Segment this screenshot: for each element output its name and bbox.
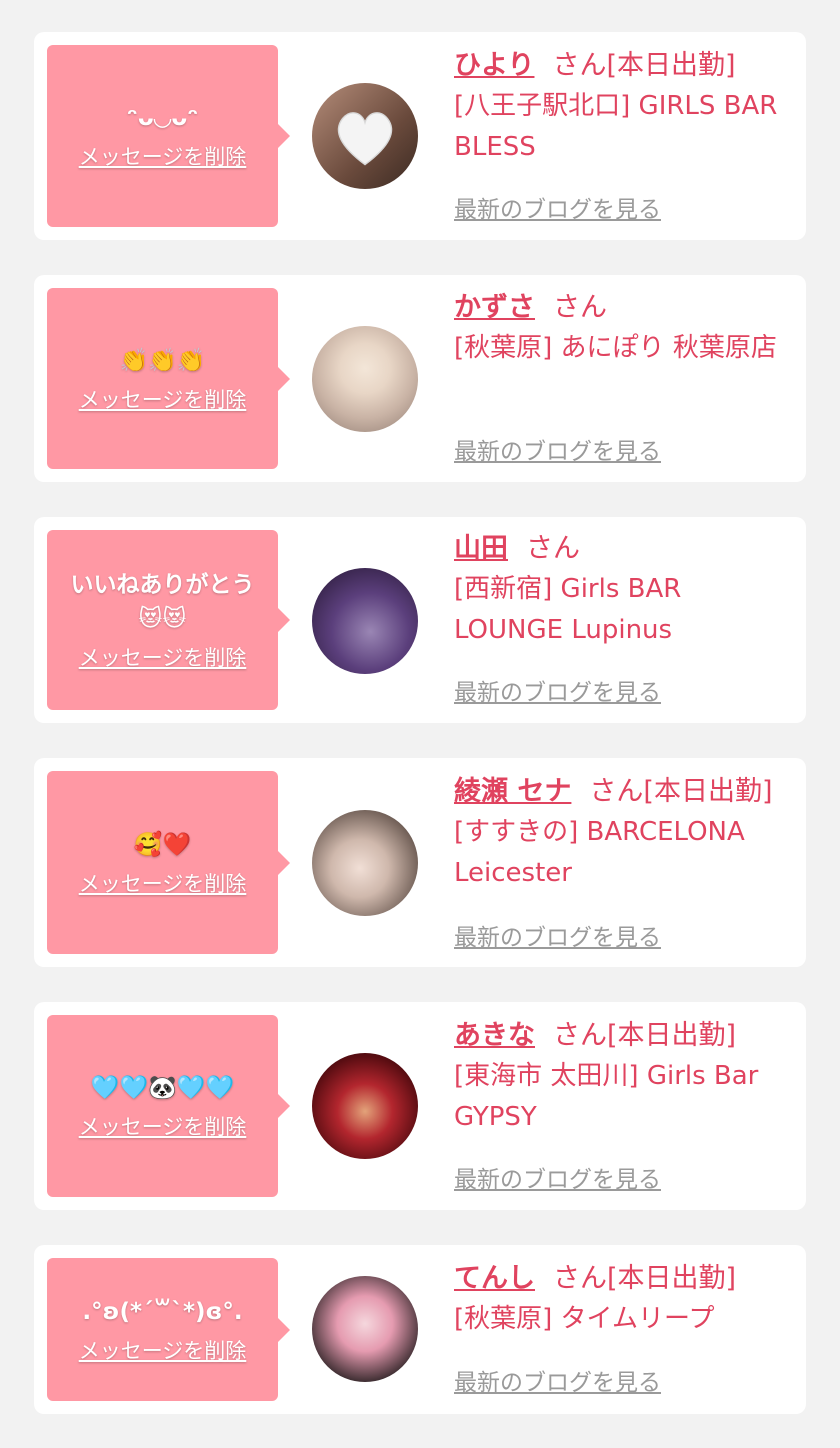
message-list: ᵔᴗ◡ᴗᵔ メッセージを削除 ひより さん[本日出勤] [八王子駅北口] GIRL…	[0, 0, 840, 1448]
profile-info: かずさ さん [秋葉原] あにぽり 秋葉原店	[454, 288, 786, 369]
honorific-status: さん	[553, 292, 607, 323]
latest-blog-link[interactable]: 最新のブログを見る	[454, 673, 661, 707]
honorific-status: さん[本日出勤]	[553, 1263, 737, 1294]
white-heart-icon	[337, 112, 393, 166]
message-card: 👏👏👏 メッセージを削除 かずさ さん [秋葉原] あにぽり 秋葉原店 最新のブロ…	[34, 275, 806, 482]
honorific-status: さん[本日出勤]	[552, 50, 736, 81]
latest-blog-link[interactable]: 最新のブログを見る	[454, 918, 661, 952]
message-card: いいねありがとう 😻😻 メッセージを削除 山田 さん [西新宿] Girls BA…	[34, 517, 806, 723]
profile-name-link[interactable]: かずさ	[454, 292, 535, 323]
message-text: いいねありがとう 😻😻	[70, 572, 255, 632]
profile-info: てんし さん[本日出勤] [秋葉原] タイムリープ	[454, 1259, 786, 1340]
delete-message-link[interactable]: メッセージを削除	[79, 384, 247, 414]
message-bubble: 🥰❤️ メッセージを削除	[47, 771, 290, 954]
delete-message-link[interactable]: メッセージを削除	[79, 1111, 247, 1141]
profile-name-link[interactable]: 山田	[454, 533, 508, 564]
delete-message-link[interactable]: メッセージを削除	[79, 642, 247, 672]
latest-blog-link[interactable]: 最新のブログを見る	[454, 432, 661, 466]
message-bubble: 👏👏👏 メッセージを削除	[47, 288, 290, 469]
shop-name: [西新宿] Girls BAR LOUNGE Lupinus	[454, 574, 682, 645]
profile-name-link[interactable]: ひより	[454, 50, 534, 81]
honorific-status: さん	[526, 533, 580, 564]
delete-message-link[interactable]: メッセージを削除	[79, 1335, 247, 1365]
profile-info: あきな さん[本日出勤] [東海市 太田川] Girls Bar GYPSY	[454, 1016, 786, 1138]
message-card: ᵔᴗ◡ᴗᵔ メッセージを削除 ひより さん[本日出勤] [八王子駅北口] GIRL…	[34, 32, 806, 240]
honorific-status: さん[本日出勤]	[589, 776, 773, 807]
message-bubble: いいねありがとう 😻😻 メッセージを削除	[47, 530, 290, 710]
profile-name-link[interactable]: 綾瀬 セナ	[454, 776, 571, 807]
latest-blog-link[interactable]: 最新のブログを見る	[454, 190, 661, 224]
profile-info: 綾瀬 セナ さん[本日出勤] [すすきの] BARCELONA Leicester	[454, 772, 786, 894]
message-bubble: .°ʚ(*´꒳`*)ɞ°. メッセージを削除	[47, 1258, 290, 1401]
message-text: .°ʚ(*´꒳`*)ɞ°.	[82, 1298, 243, 1325]
shop-name: [秋葉原] タイムリープ	[454, 1304, 715, 1334]
shop-name: [八王子駅北口] GIRLS BAR BLESS	[454, 91, 778, 162]
delete-message-link[interactable]: メッセージを削除	[79, 868, 247, 898]
avatar[interactable]	[312, 326, 418, 432]
message-text: 🩵🩵🐼🩵🩵	[90, 1075, 235, 1101]
profile-name-link[interactable]: あきな	[454, 1020, 535, 1051]
shop-name: [秋葉原] あにぽり 秋葉原店	[454, 333, 777, 363]
honorific-status: さん[本日出勤]	[553, 1020, 737, 1051]
profile-name-link[interactable]: てんし	[454, 1263, 535, 1294]
message-card: 🩵🩵🐼🩵🩵 メッセージを削除 あきな さん[本日出勤] [東海市 太田川] Gir…	[34, 1002, 806, 1210]
message-bubble: 🩵🩵🐼🩵🩵 メッセージを削除	[47, 1015, 290, 1197]
delete-message-link[interactable]: メッセージを削除	[79, 141, 247, 171]
latest-blog-link[interactable]: 最新のブログを見る	[454, 1363, 661, 1397]
message-bubble: ᵔᴗ◡ᴗᵔ メッセージを削除	[47, 45, 290, 227]
message-text: 🥰❤️	[133, 831, 192, 858]
message-card: .°ʚ(*´꒳`*)ɞ°. メッセージを削除 てんし さん[本日出勤] [秋葉原]…	[34, 1245, 806, 1414]
message-card: 🥰❤️ メッセージを削除 綾瀬 セナ さん[本日出勤] [すすきの] BARCEL…	[34, 758, 806, 967]
avatar[interactable]	[312, 1276, 418, 1382]
shop-name: [東海市 太田川] Girls Bar GYPSY	[454, 1061, 759, 1132]
profile-info: ひより さん[本日出勤] [八王子駅北口] GIRLS BAR BLESS	[454, 46, 786, 168]
shop-name: [すすきの] BARCELONA Leicester	[454, 817, 745, 888]
avatar[interactable]	[312, 568, 418, 674]
message-text: 👏👏👏	[119, 347, 206, 374]
latest-blog-link[interactable]: 最新のブログを見る	[454, 1160, 661, 1194]
message-text: ᵔᴗ◡ᴗᵔ	[126, 105, 199, 131]
avatar[interactable]	[312, 83, 418, 189]
profile-info: 山田 さん [西新宿] Girls BAR LOUNGE Lupinus	[454, 529, 786, 651]
avatar[interactable]	[312, 810, 418, 916]
avatar[interactable]	[312, 1053, 418, 1159]
